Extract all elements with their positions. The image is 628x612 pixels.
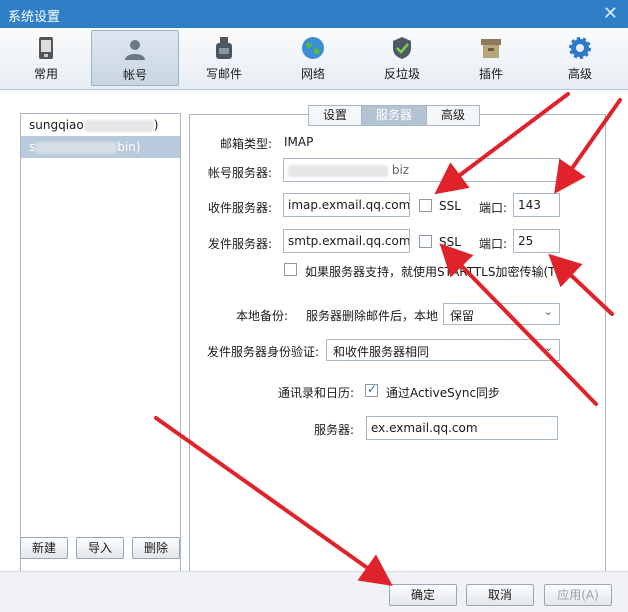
outgoing-server-input[interactable]: smtp.exmail.qq.com bbox=[283, 229, 410, 253]
window-title: 系统设置 bbox=[8, 10, 61, 25]
tab-network[interactable]: 网络 bbox=[269, 30, 357, 86]
ok-button[interactable]: 确定 bbox=[389, 584, 457, 606]
local-backup-desc: 服务器删除邮件后，本地 bbox=[306, 309, 439, 323]
mailbox-type-label: 邮箱类型: bbox=[219, 137, 272, 151]
starttls-label: 如果服务器支持，就使用STARTTLS加密传输(T) bbox=[305, 265, 561, 279]
outgoing-server-label: 发件服务器: bbox=[207, 237, 272, 251]
new-account-button[interactable]: 新建 bbox=[20, 537, 68, 559]
ink-bottle-icon bbox=[216, 37, 232, 59]
tab-advanced-label: 高级 bbox=[567, 67, 592, 81]
tab-panel-advanced[interactable]: 高级 bbox=[426, 105, 481, 126]
smtp-auth-value: 和收件服务器相同 bbox=[333, 345, 430, 359]
tab-server[interactable]: 服务器 bbox=[361, 105, 428, 126]
tab-compose[interactable]: 写邮件 bbox=[180, 30, 268, 86]
incoming-ssl-checkbox[interactable] bbox=[419, 199, 432, 212]
apply-button[interactable]: 应用(A) bbox=[544, 584, 612, 606]
starttls-checkbox[interactable] bbox=[284, 263, 297, 276]
chevron-down-icon: ⌄ bbox=[543, 305, 553, 318]
account-name-suffix: bin) bbox=[117, 140, 141, 154]
tab-compose-label: 写邮件 bbox=[205, 67, 242, 81]
account-server-value: biz bbox=[391, 163, 410, 177]
redaction-blur bbox=[288, 164, 388, 177]
box-icon bbox=[481, 39, 501, 58]
tab-account[interactable]: 帐号 bbox=[91, 30, 179, 86]
outgoing-ssl-label: SSL bbox=[439, 235, 461, 249]
tab-settings[interactable]: 设置 bbox=[308, 105, 363, 126]
account-server-label: 帐号服务器: bbox=[207, 166, 272, 180]
tab-plugins[interactable]: 插件 bbox=[447, 30, 535, 86]
smtp-auth-select[interactable]: 和收件服务器相同 ⌄ bbox=[326, 339, 560, 361]
tab-network-label: 网络 bbox=[300, 67, 325, 81]
globe-icon bbox=[302, 37, 324, 59]
outgoing-port-label: 端口: bbox=[479, 237, 508, 251]
activesync-server-input[interactable]: ex.exmail.qq.com bbox=[366, 416, 558, 440]
local-backup-select[interactable]: 保留 ⌄ bbox=[443, 303, 560, 325]
account-item-selected[interactable]: s bin) bbox=[21, 136, 180, 158]
user-icon bbox=[125, 40, 145, 60]
tab-account-label: 帐号 bbox=[122, 68, 147, 82]
tab-antispam[interactable]: 反垃圾 bbox=[358, 30, 446, 86]
local-backup-label: 本地备份: bbox=[235, 309, 288, 323]
import-account-button[interactable]: 导入 bbox=[76, 537, 124, 559]
incoming-port-input[interactable]: 143 bbox=[513, 193, 560, 217]
redaction-blur bbox=[83, 119, 154, 132]
delete-account-button[interactable]: 删除 bbox=[132, 537, 180, 559]
title-bar: 系统设置 ✕ bbox=[0, 0, 628, 28]
tab-plugins-label: 插件 bbox=[478, 67, 503, 81]
close-icon[interactable]: ✕ bbox=[603, 3, 618, 24]
account-name-suffix: ) bbox=[153, 118, 159, 132]
account-server-input[interactable]: biz bbox=[283, 158, 560, 182]
incoming-server-input[interactable]: imap.exmail.qq.com bbox=[283, 193, 410, 217]
shield-icon bbox=[393, 37, 411, 59]
tab-antispam-label: 反垃圾 bbox=[383, 67, 420, 81]
tab-advanced[interactable]: 高级 bbox=[536, 30, 624, 86]
activesync-checkbox[interactable] bbox=[365, 382, 378, 397]
contacts-calendar-label: 通讯录和日历: bbox=[277, 386, 354, 400]
settings-panel bbox=[189, 114, 606, 612]
tab-general-label: 常用 bbox=[33, 67, 58, 81]
panel-tabs: 设置 服务器 高级 bbox=[308, 105, 481, 126]
activesync-label: 通过ActiveSync同步 bbox=[386, 386, 501, 400]
tab-general[interactable]: 常用 bbox=[2, 30, 90, 86]
incoming-server-label: 收件服务器: bbox=[207, 201, 272, 215]
local-backup-value: 保留 bbox=[450, 309, 475, 323]
account-name-prefix: sungqiao bbox=[29, 118, 84, 132]
chevron-down-icon: ⌄ bbox=[543, 341, 553, 354]
phone-icon bbox=[39, 37, 53, 59]
outgoing-ssl-checkbox[interactable] bbox=[419, 235, 432, 248]
redaction-blur bbox=[35, 141, 118, 154]
cancel-button[interactable]: 取消 bbox=[466, 584, 534, 606]
server-label: 服务器: bbox=[313, 423, 354, 437]
outgoing-port-input[interactable]: 25 bbox=[513, 229, 560, 253]
smtp-auth-label: 发件服务器身份验证: bbox=[206, 345, 319, 359]
settings-toolbar: 常用 帐号 写邮件 网络 反垃圾 插件 高级 bbox=[0, 28, 628, 90]
gear-icon bbox=[569, 37, 591, 59]
mailbox-type-value: IMAP bbox=[284, 135, 314, 149]
incoming-ssl-label: SSL bbox=[439, 199, 461, 213]
account-item[interactable]: sungqiao) bbox=[21, 114, 180, 136]
incoming-port-label: 端口: bbox=[479, 201, 508, 215]
